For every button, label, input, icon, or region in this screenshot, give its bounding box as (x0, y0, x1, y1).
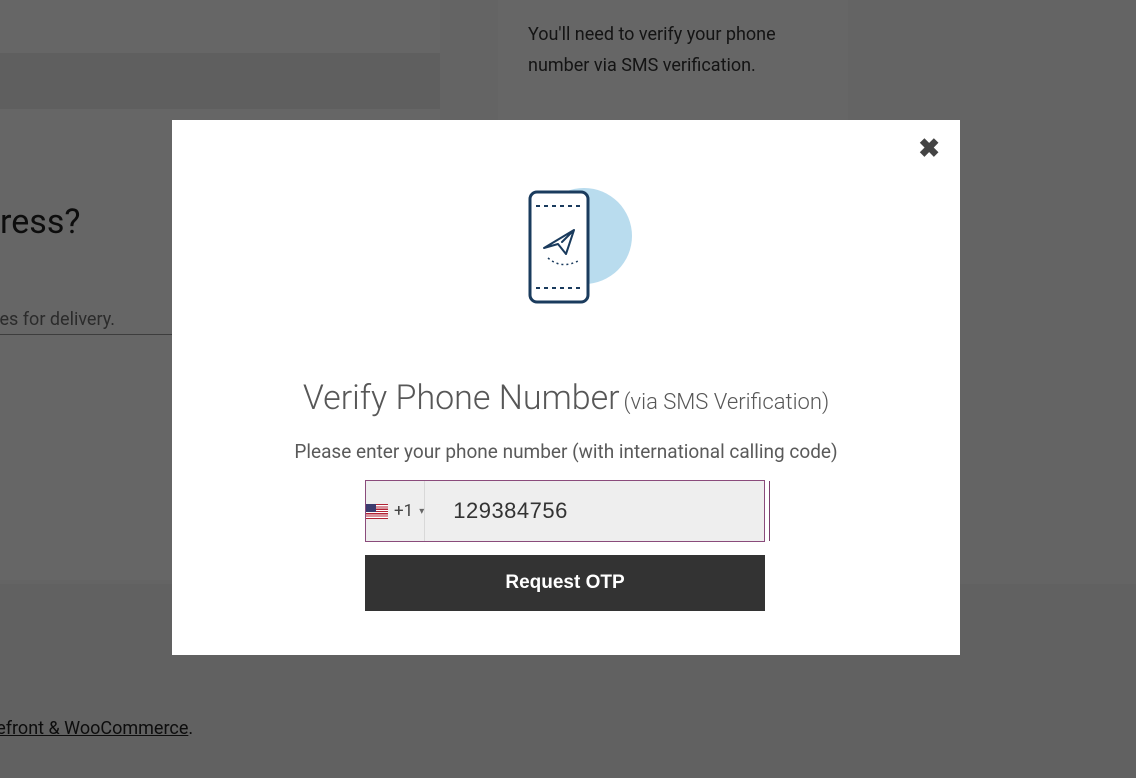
modal-title-main: Verify Phone Number (303, 378, 620, 418)
close-icon[interactable]: ✖ (918, 136, 940, 162)
us-flag-icon (366, 504, 388, 519)
modal-help-text: Please enter your phone number (with int… (172, 440, 960, 463)
modal-title-sub: (via SMS Verification) (624, 390, 830, 415)
phone-input-group: +1 ▾ (365, 480, 765, 542)
modal-title: Verify Phone Number (via SMS Verificatio… (172, 378, 960, 418)
country-code-selector[interactable]: +1 ▾ (366, 481, 425, 541)
chevron-down-icon: ▾ (419, 506, 424, 517)
phone-number-input[interactable] (425, 481, 770, 541)
dial-code: +1 (394, 501, 413, 521)
verify-illustration (496, 180, 636, 324)
request-otp-button[interactable]: Request OTP (365, 555, 765, 611)
